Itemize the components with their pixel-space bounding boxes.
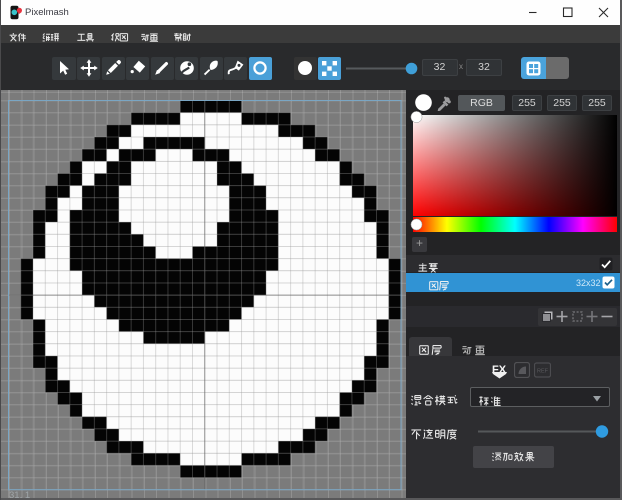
svg-text:REF: REF bbox=[537, 369, 549, 375]
